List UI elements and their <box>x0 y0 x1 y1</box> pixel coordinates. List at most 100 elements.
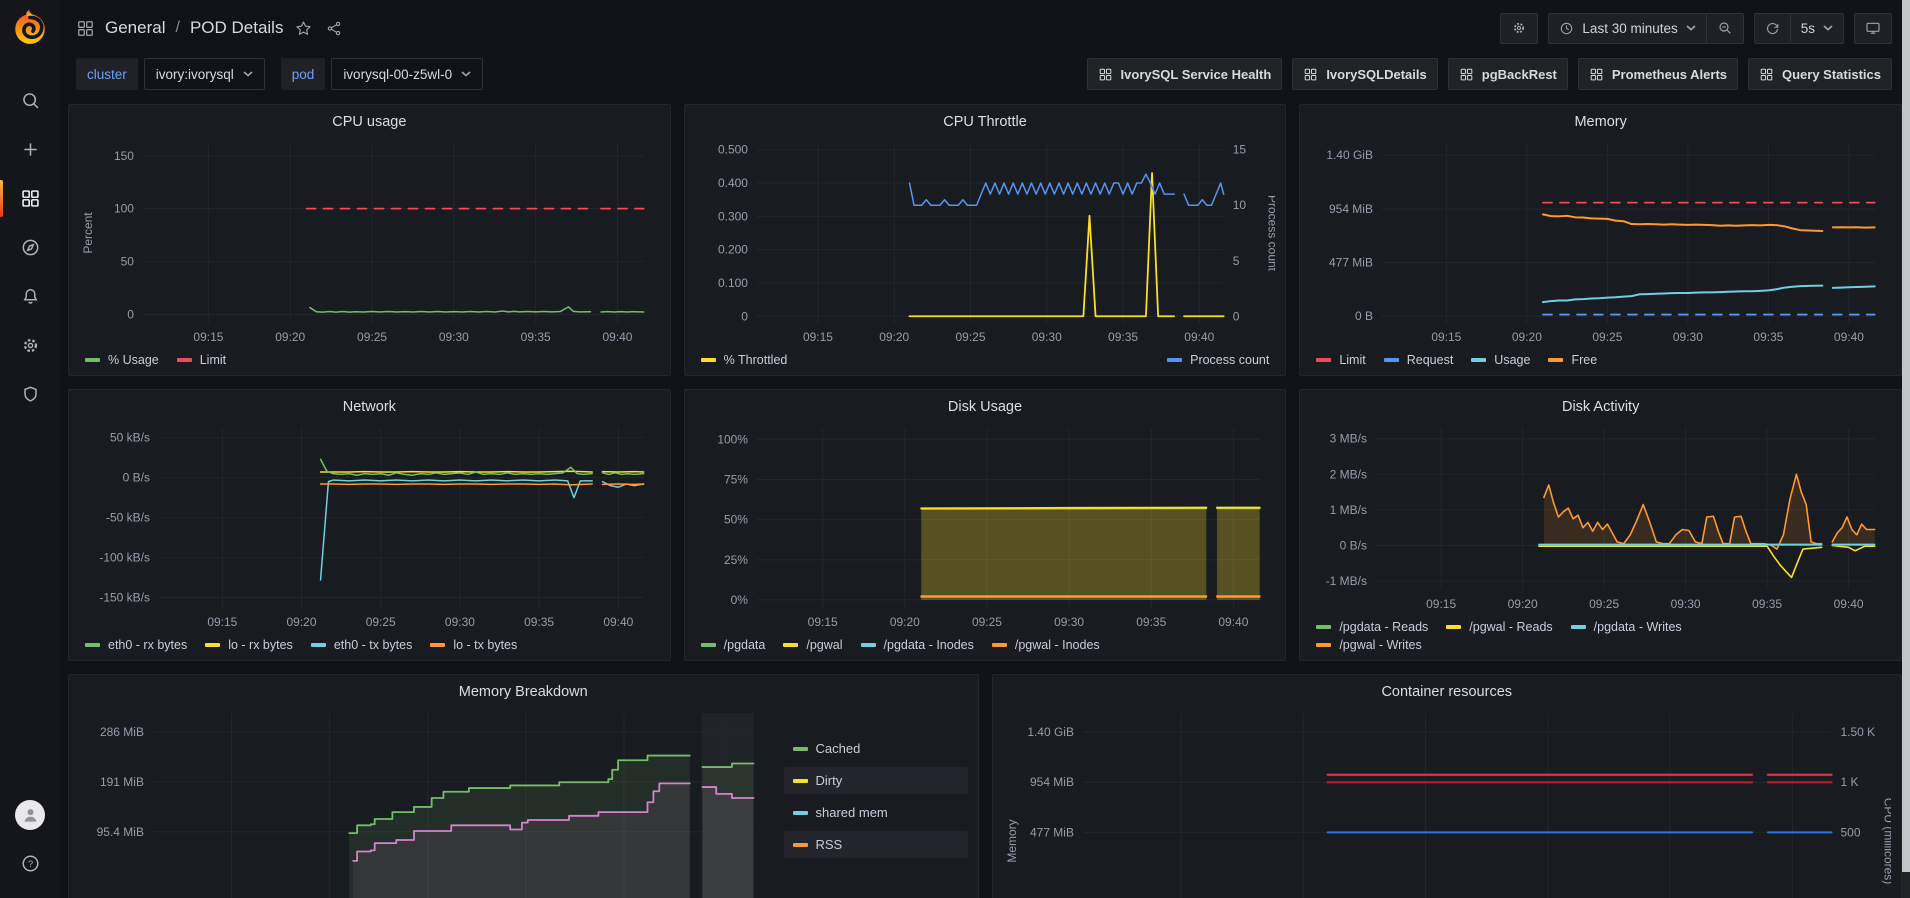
refresh-button[interactable] <box>1754 13 1791 44</box>
legend-item-dirty[interactable]: Dirty <box>784 767 968 794</box>
panel-title[interactable]: CPU usage <box>79 111 660 133</box>
svg-text:1 K: 1 K <box>1840 775 1858 789</box>
svg-text:09:25: 09:25 <box>972 615 1002 629</box>
svg-text:0 B/s: 0 B/s <box>123 471 150 485</box>
legend-item--usage[interactable]: % Usage <box>85 353 159 367</box>
breadcrumb-separator: / <box>175 19 179 37</box>
panel-title[interactable]: Memory <box>1310 111 1891 133</box>
panel-title[interactable]: Network <box>79 396 660 418</box>
legend-item-eth0-tx-bytes[interactable]: eth0 - tx bytes <box>311 638 413 652</box>
breadcrumb-dashboard[interactable]: POD Details <box>190 18 284 38</box>
share-dashboard-button[interactable] <box>324 18 345 39</box>
panel-title[interactable]: Disk Usage <box>695 396 1276 418</box>
svg-text:09:30: 09:30 <box>1054 615 1084 629</box>
legend-label: Dirty <box>816 773 843 788</box>
legend-item-process-count[interactable]: Process count <box>1167 353 1269 367</box>
svg-text:5: 5 <box>1232 254 1239 268</box>
legend-item--pgwal-inodes[interactable]: /pgwal - Inodes <box>992 638 1100 652</box>
legend-label: /pgdata - Inodes <box>884 638 974 652</box>
legend-item--pgwal[interactable]: /pgwal <box>783 638 842 652</box>
dashboard-header: General / POD Details Last 30 minutes <box>60 0 1910 56</box>
variable-pod-label[interactable]: pod <box>281 58 326 90</box>
legend-item-lo-rx-bytes[interactable]: lo - rx bytes <box>205 638 293 652</box>
variable-pod-value[interactable]: ivorysql-00-z5wl-0 <box>331 58 483 90</box>
svg-text:0: 0 <box>741 309 748 323</box>
legend-item--pgdata[interactable]: /pgdata <box>701 638 766 652</box>
breadcrumb-folder[interactable]: General <box>105 18 165 38</box>
scrollbar-thumb[interactable] <box>1902 0 1910 872</box>
legend-swatch <box>85 358 100 362</box>
svg-text:1 MB/s: 1 MB/s <box>1330 503 1367 517</box>
svg-text:09:20: 09:20 <box>889 615 919 629</box>
link-pgbackrest[interactable]: pgBackRest <box>1448 58 1568 90</box>
cycle-view-mode-button[interactable] <box>1854 13 1892 44</box>
svg-text:0 B: 0 B <box>1355 309 1373 323</box>
svg-text:09:30: 09:30 <box>439 330 469 344</box>
legend-label: Cached <box>816 741 861 756</box>
sidebar-item-configuration[interactable] <box>0 321 60 370</box>
legend-item-usage[interactable]: Usage <box>1471 353 1530 367</box>
legend-item--pgdata-writes[interactable]: /pgdata - Writes <box>1571 620 1682 634</box>
legend-item--pgwal-reads[interactable]: /pgwal - Reads <box>1446 620 1552 634</box>
sidebar-item-help[interactable]: ? <box>0 839 60 888</box>
page-scrollbar[interactable] <box>1902 0 1910 898</box>
svg-text:09:20: 09:20 <box>1508 597 1538 611</box>
svg-text:09:25: 09:25 <box>955 330 985 344</box>
legend: % Usage Limit <box>79 349 660 367</box>
sidebar-item-profile[interactable] <box>0 790 60 839</box>
time-range-picker[interactable]: Last 30 minutes <box>1548 13 1706 44</box>
panel-title[interactable]: Disk Activity <box>1310 396 1891 418</box>
legend-item-eth0-rx-bytes[interactable]: eth0 - rx bytes <box>85 638 187 652</box>
link-ivorysql-service-health[interactable]: IvorySQL Service Health <box>1087 58 1283 90</box>
link-prometheus-alerts[interactable]: Prometheus Alerts <box>1578 58 1738 90</box>
sidebar-item-server-admin[interactable] <box>0 370 60 419</box>
header-controls: Last 30 minutes 5s <box>1500 13 1892 44</box>
svg-text:09:20: 09:20 <box>275 330 305 344</box>
sidebar-item-explore[interactable] <box>0 223 60 272</box>
panel-title[interactable]: Container resources <box>1003 681 1892 703</box>
main-area: General / POD Details Last 30 minutes <box>60 0 1910 898</box>
search-icon <box>20 90 41 111</box>
svg-text:09:30: 09:30 <box>445 615 475 629</box>
sidebar-item-alerting[interactable] <box>0 272 60 321</box>
legend-label: Limit <box>1339 353 1365 367</box>
panel-title[interactable]: CPU Throttle <box>695 111 1276 133</box>
grafana-logo[interactable] <box>10 8 50 48</box>
legend-item--pgdata-inodes[interactable]: /pgdata - Inodes <box>861 638 974 652</box>
legend-item--pgwal-writes[interactable]: /pgwal - Writes <box>1316 638 1421 652</box>
legend-item--pgdata-reads[interactable]: /pgdata - Reads <box>1316 620 1428 634</box>
legend-item-limit[interactable]: Limit <box>177 353 226 367</box>
legend-swatch <box>793 779 808 783</box>
link-ivorysqldetails[interactable]: IvorySQLDetails <box>1292 58 1437 90</box>
star-dashboard-button[interactable] <box>293 18 314 39</box>
container-resources-chart: 09:1509:2009:2509:3009:3509:40477 MiB954… <box>1003 703 1892 898</box>
zoom-out-button[interactable] <box>1706 13 1744 44</box>
legend-label: Process count <box>1190 353 1269 367</box>
legend-item--throttled[interactable]: % Throttled <box>701 353 788 367</box>
svg-text:1.40 GiB: 1.40 GiB <box>1027 725 1074 739</box>
refresh-interval-picker[interactable]: 5s <box>1790 13 1844 44</box>
dashboard-settings-button[interactable] <box>1500 13 1538 44</box>
panel-title[interactable]: Memory Breakdown <box>79 681 968 703</box>
legend-swatch <box>311 643 326 647</box>
legend-label: shared mem <box>816 805 888 820</box>
variable-cluster-label[interactable]: cluster <box>76 58 138 90</box>
legend-label: % Usage <box>108 353 159 367</box>
variable-cluster-value[interactable]: ivory:ivorysql <box>144 58 265 90</box>
legend-item-free[interactable]: Free <box>1548 353 1597 367</box>
legend-label: /pgwal - Writes <box>1339 638 1421 652</box>
sidebar-item-search[interactable] <box>0 76 60 125</box>
sidebar-item-dashboards[interactable] <box>0 174 60 223</box>
link-query-statistics[interactable]: Query Statistics <box>1748 58 1892 90</box>
legend-item-lo-tx-bytes[interactable]: lo - tx bytes <box>430 638 517 652</box>
legend-item-cached[interactable]: Cached <box>784 735 968 762</box>
sidebar-item-create[interactable] <box>0 125 60 174</box>
legend-item-rss[interactable]: RSS <box>784 831 968 858</box>
legend-item-shared-mem[interactable]: shared mem <box>784 799 968 826</box>
apps-grid-icon <box>1303 67 1318 82</box>
legend-label: /pgdata <box>724 638 766 652</box>
link-label: Prometheus Alerts <box>1612 67 1727 82</box>
legend-item-request[interactable]: Request <box>1384 353 1454 367</box>
legend-item-limit[interactable]: Limit <box>1316 353 1365 367</box>
svg-text:09:40: 09:40 <box>1218 615 1248 629</box>
